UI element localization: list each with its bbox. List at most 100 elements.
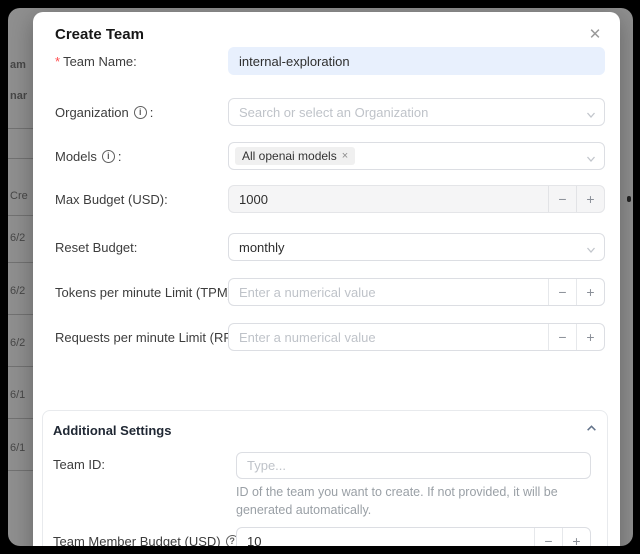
team-name-control [228, 47, 605, 75]
background-row-divider [8, 314, 34, 315]
background-scroll-dot [627, 196, 631, 202]
team-id-control: ID of the team you want to create. If no… [236, 452, 591, 519]
organization-select[interactable]: Search or select an Organization [228, 98, 605, 126]
tpm-number-input: − + [228, 278, 605, 306]
models-multiselect[interactable]: All openai models × [228, 142, 605, 170]
form-row-tpm: Tokens per minute Limit (TPM) : − + [55, 278, 605, 306]
background-row-divider [8, 128, 34, 129]
close-icon[interactable]: ✕ [585, 24, 605, 44]
increment-button[interactable]: + [576, 186, 604, 212]
info-circle-icon[interactable]: i [102, 150, 115, 163]
rpm-label-text: Requests per minute Limit (RPM) [55, 330, 247, 345]
models-label-text: Models [55, 149, 97, 164]
rpm-label: Requests per minute Limit (RPM) : [55, 330, 228, 345]
team-id-help-text: ID of the team you want to create. If no… [236, 483, 591, 519]
team-id-input[interactable] [236, 452, 591, 479]
increment-button[interactable]: + [562, 528, 590, 546]
form-row-max-budget: Max Budget (USD) : − + [55, 185, 605, 213]
team-name-label-text: Team Name [63, 54, 133, 69]
label-colon: : [101, 457, 105, 472]
chevron-down-icon [586, 242, 596, 260]
tpm-label: Tokens per minute Limit (TPM) : [55, 285, 228, 300]
reset-budget-value: monthly [239, 240, 285, 255]
rpm-control: − + [228, 323, 605, 351]
background-row-divider [8, 215, 34, 216]
models-control: All openai models × [228, 142, 605, 170]
team-name-label: * Team Name : [55, 54, 228, 69]
increment-button[interactable]: + [576, 324, 604, 350]
member-budget-input[interactable] [237, 528, 534, 546]
background-text-fragment: Cre [10, 190, 28, 202]
label-colon: : [150, 105, 154, 120]
organization-control: Search or select an Organization [228, 98, 605, 126]
label-colon: : [164, 192, 168, 207]
organization-label-text: Organization [55, 105, 129, 120]
form-row-organization: Organization i : Search or select an Org… [55, 98, 605, 126]
background-text-fragment: 6/2 [10, 232, 25, 244]
decrement-button[interactable]: − [548, 186, 576, 212]
additional-settings-panel: Additional Settings Team ID : ID of the … [42, 410, 608, 546]
background-text-fragment: am [10, 59, 26, 71]
decrement-button[interactable]: − [534, 528, 562, 546]
models-label: Models i : [55, 149, 228, 164]
background-text-fragment: 6/2 [10, 337, 25, 349]
info-circle-icon[interactable]: i [134, 106, 147, 119]
max-budget-label-text: Max Budget (USD) [55, 192, 164, 207]
member-budget-label: Team Member Budget (USD) ? : [53, 534, 236, 546]
reset-budget-label: Reset Budget : [55, 240, 228, 255]
max-budget-control: − + [228, 185, 605, 213]
background-row-divider [8, 366, 34, 367]
tpm-label-text: Tokens per minute Limit (TPM) [55, 285, 232, 300]
member-budget-control: − + [236, 527, 591, 546]
organization-label: Organization i : [55, 105, 228, 120]
max-budget-input[interactable] [229, 186, 548, 212]
background-text-fragment: 6/2 [10, 285, 25, 297]
background-text-fragment: nar [10, 90, 27, 102]
tag-remove-icon[interactable]: × [342, 151, 348, 162]
background-text-fragment: 6/1 [10, 442, 25, 454]
modal-title: Create Team [55, 26, 144, 43]
form-row-models: Models i : All openai models × [55, 142, 605, 170]
decrement-button[interactable]: − [548, 279, 576, 305]
form-row-member-budget: Team Member Budget (USD) ? : − + [53, 527, 591, 546]
model-tag-text: All openai models [242, 149, 337, 163]
organization-placeholder: Search or select an Organization [239, 105, 428, 120]
decrement-button[interactable]: − [548, 324, 576, 350]
dimmed-app-window: am nar Cre 6/2 6/2 6/2 6/1 6/1 Create Te… [8, 8, 633, 546]
model-tag: All openai models × [235, 147, 355, 165]
rpm-input[interactable] [229, 324, 548, 350]
background-text-fragment: 6/1 [10, 389, 25, 401]
background-row-divider [8, 158, 34, 159]
required-asterisk: * [55, 54, 60, 69]
reset-budget-control: monthly [228, 233, 605, 261]
reset-budget-label-text: Reset Budget [55, 240, 134, 255]
form-row-team-name: * Team Name : [55, 47, 605, 75]
label-colon: : [134, 240, 138, 255]
tpm-input[interactable] [229, 279, 548, 305]
background-row-divider [8, 470, 34, 471]
chevron-up-icon [586, 421, 597, 439]
form-row-team-id: Team ID : ID of the team you want to cre… [53, 452, 591, 519]
reset-budget-select[interactable]: monthly [228, 233, 605, 261]
max-budget-label: Max Budget (USD) : [55, 192, 228, 207]
team-name-input[interactable] [228, 47, 605, 75]
member-budget-label-text: Team Member Budget (USD) [53, 534, 221, 546]
additional-settings-header[interactable]: Additional Settings [53, 421, 597, 439]
chevron-down-icon [586, 107, 596, 125]
form-row-reset-budget: Reset Budget : monthly [55, 233, 605, 261]
team-id-label-text: Team ID [53, 457, 101, 472]
label-colon: : [118, 149, 122, 164]
rpm-number-input: − + [228, 323, 605, 351]
form-row-rpm: Requests per minute Limit (RPM) : − + [55, 323, 605, 351]
tpm-control: − + [228, 278, 605, 306]
team-id-label: Team ID : [53, 452, 236, 472]
chevron-down-icon [586, 151, 596, 169]
background-row-divider [8, 418, 34, 419]
member-budget-number-input: − + [236, 527, 591, 546]
increment-button[interactable]: + [576, 279, 604, 305]
create-team-modal: Create Team ✕ * Team Name : Organization… [33, 12, 620, 546]
additional-settings-title: Additional Settings [53, 423, 171, 438]
background-row-divider [8, 262, 34, 263]
label-colon: : [133, 54, 137, 69]
max-budget-number-input: − + [228, 185, 605, 213]
